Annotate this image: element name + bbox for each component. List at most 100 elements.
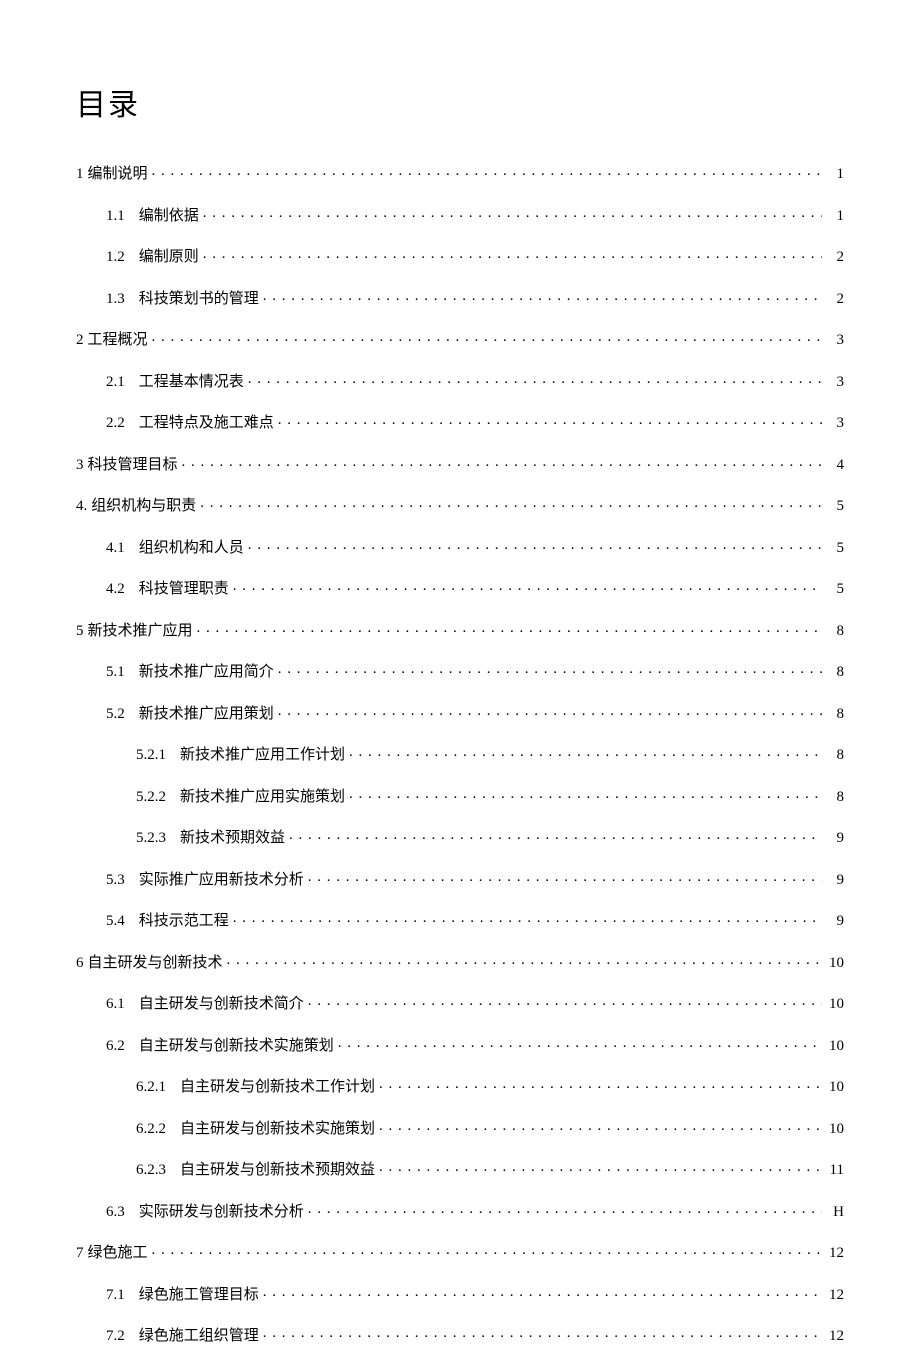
toc-entry-page: 3 [826,415,844,432]
toc-entry-number: 1.3 [106,291,125,308]
toc-entry[interactable]: 5.1新技术推广应用简介8 [76,660,844,681]
toc-entry-number: 7 [76,1245,84,1262]
toc-leader-dots [379,1159,822,1174]
toc-entry-label: 自主研发与创新技术预期效益 [180,1158,375,1179]
toc-entry[interactable]: 1编制说明1 [76,162,844,183]
toc-entry-page: 11 [826,1162,844,1179]
toc-entry-label: 新技术推广应用 [88,619,193,640]
toc-entry-label: 新技术推广应用实施策划 [180,785,345,806]
toc-entry[interactable]: 7绿色施工12 [76,1241,844,1262]
toc-entry-label: 绿色施工 [88,1241,148,1262]
toc-entry[interactable]: 5.2.3新技术预期效益9 [76,826,844,847]
toc-leader-dots [278,412,822,427]
toc-entry[interactable]: 4.2科技管理职责5 [76,577,844,598]
toc-entry[interactable]: 6.2自主研发与创新技术实施策划10 [76,1034,844,1055]
toc-entry[interactable]: 2工程概况3 [76,328,844,349]
toc-entry-page: 8 [826,706,844,723]
toc-entry-number: 5.4 [106,913,125,930]
toc-entry[interactable]: 3科技管理目标4 [76,453,844,474]
toc-entry-number: 5 [76,623,84,640]
toc-entry-label: 新技术推广应用策划 [139,702,274,723]
toc-entry-number: 6.2 [106,1038,125,1055]
toc-entry[interactable]: 5.4科技示范工程9 [76,909,844,930]
toc-entry-number: 5.1 [106,664,125,681]
toc-entry-label: 组织机构与职责 [91,494,196,515]
toc-leader-dots [278,661,822,676]
toc-entry-label: 绿色施工管理目标 [139,1283,259,1304]
toc-entry[interactable]: 6.2.1自主研发与创新技术工作计划10 [76,1075,844,1096]
toc-entry-number: 6.1 [106,996,125,1013]
toc-entry[interactable]: 6.1自主研发与创新技术简介10 [76,992,844,1013]
toc-entry[interactable]: 1.2 编制原则 2 [76,245,844,266]
toc-entry-label: 实际研发与创新技术分析 [139,1200,304,1221]
toc-entry-page: 5 [826,540,844,557]
toc-entry[interactable]: 7.1绿色施工管理目标12 [76,1283,844,1304]
toc-entry-label: 新技术推广应用简介 [139,660,274,681]
toc-entry-number: 5.2 [106,706,125,723]
toc-leader-dots [152,329,822,344]
toc-entry-page: 9 [826,872,844,889]
toc-entry[interactable]: 6.3实际研发与创新技术分析H [76,1200,844,1221]
toc-entry-number: 4.2 [106,581,125,598]
toc-entry-number: 5.2.1 [136,747,166,764]
toc-entry-number: 4.1 [106,540,125,557]
toc-entry-label: 编制说明 [88,162,148,183]
toc-entry-page: 12 [826,1328,844,1345]
toc-entry-label: 科技策划书的管理 [139,287,259,308]
toc-entry[interactable]: 5.2.2新技术推广应用实施策划8 [76,785,844,806]
toc-entry-number: 1.1 [106,208,125,225]
toc-entry-label: 新技术推广应用工作计划 [180,743,345,764]
toc-entry-label: 组织机构和人员 [139,536,244,557]
toc-entry-number: 5.3 [106,872,125,889]
toc-entry-number: 6 [76,955,84,972]
toc-entry[interactable]: 5.2.1 新技术推广应用工作计划 8 [76,743,844,764]
toc-leader-dots [152,1242,822,1257]
toc-entry-page: 10 [826,955,844,972]
toc-entry-label: 工程概况 [88,328,148,349]
toc-entry-page: 5 [826,498,844,515]
toc-leader-dots [263,1284,822,1299]
toc-leader-dots [152,163,822,178]
toc-entry-number: 7.2 [106,1328,125,1345]
toc-entry-page: 4 [826,457,844,474]
toc-leader-dots [197,620,822,635]
toc-entry[interactable]: 7.2绿色施工组织管理12 [76,1324,844,1345]
toc-entry-page: 2 [826,249,844,266]
toc-entry-page: 8 [826,747,844,764]
toc-leader-dots [338,1035,822,1050]
toc-entry-number: 4. [76,498,87,515]
page-title: 目录 [76,80,844,124]
toc-entry-number: 1 [76,166,84,183]
toc-entry-page: 8 [826,623,844,640]
toc-entry-label: 编制依据 [139,204,199,225]
toc-leader-dots [227,952,822,967]
toc-entry[interactable]: 2.1工程基本情况表3 [76,370,844,391]
toc-entry-page: 1 [826,166,844,183]
toc-entry[interactable]: 5新技术推广应用 8 [76,619,844,640]
toc-entry-label: 工程基本情况表 [139,370,244,391]
toc-leader-dots [263,288,822,303]
toc-entry-label: 编制原则 [139,245,199,266]
toc-entry[interactable]: 1.1编制依据1 [76,204,844,225]
toc-entry-number: 5.2.2 [136,789,166,806]
toc-entry-page: H [826,1204,844,1221]
toc-leader-dots [233,910,822,925]
toc-entry[interactable]: 4.组织机构与职责 5 [76,494,844,515]
toc-leader-dots [308,869,822,884]
toc-entry[interactable]: 5.2 新技术推广应用策划 8 [76,702,844,723]
toc-entry[interactable]: 2.2工程特点及施工难点3 [76,411,844,432]
toc-entry[interactable]: 4.1 组织机构和人员 5 [76,536,844,557]
toc-entry-number: 6.2.2 [136,1121,166,1138]
toc-entry-number: 6.2.1 [136,1079,166,1096]
toc-entry-page: 10 [826,1121,844,1138]
toc-leader-dots [263,1325,822,1340]
toc-entry[interactable]: 1.3科技策划书的管理2 [76,287,844,308]
toc-entry[interactable]: 6.2.2自主研发与创新技术实施策划10 [76,1117,844,1138]
toc-entry[interactable]: 6自主研发与创新技术10 [76,951,844,972]
toc-entry-label: 科技示范工程 [139,909,229,930]
toc-entry[interactable]: 6.2.3自主研发与创新技术预期效益11 [76,1158,844,1179]
toc-entry-number: 2.2 [106,415,125,432]
toc-entry-number: 1.2 [106,249,125,266]
toc-leader-dots [248,371,822,386]
toc-entry[interactable]: 5.3实际推广应用新技术分析9 [76,868,844,889]
